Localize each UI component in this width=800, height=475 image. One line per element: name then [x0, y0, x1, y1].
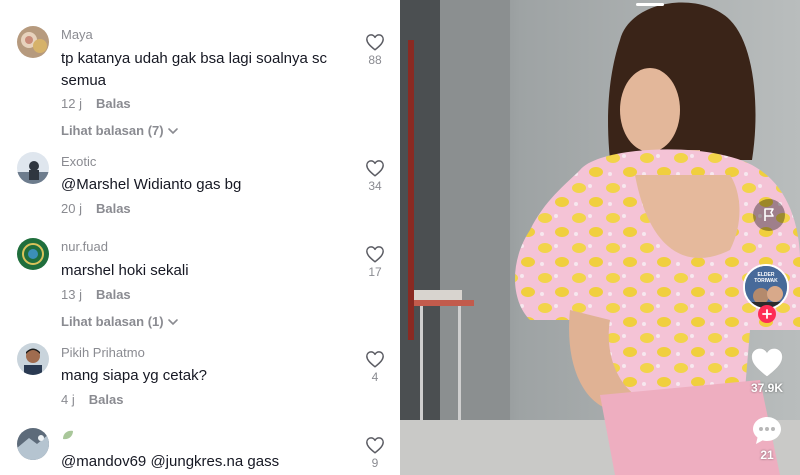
report-button[interactable]: [753, 199, 785, 231]
reply-button[interactable]: Balas: [96, 201, 131, 216]
heart-outline-icon: [366, 246, 384, 263]
video-frame: [400, 0, 800, 475]
comment-meta: 13 j Balas: [61, 287, 131, 302]
comment-text: mang siapa yg cetak?: [61, 367, 207, 384]
comment-username[interactable]: Pikih Prihatmo: [61, 345, 145, 360]
comment-text: @mandov69 @jungkres.na gass: [61, 453, 280, 470]
comment-time: 12 j: [61, 96, 82, 111]
video-like-button[interactable]: 37.9K: [743, 346, 791, 395]
comment-like-button[interactable]: 88: [362, 33, 388, 67]
mention-link[interactable]: @Marshel Widianto: [61, 176, 192, 193]
view-replies-link[interactable]: Lihat balasan (1): [61, 314, 179, 329]
comment-meta: 12 j Balas: [61, 96, 131, 111]
comment-like-button[interactable]: 34: [362, 159, 388, 193]
view-replies-label: Lihat balasan (1): [61, 314, 164, 329]
avatar[interactable]: [17, 428, 49, 460]
video-like-count: 37.9K: [750, 381, 784, 395]
reply-button[interactable]: Balas: [89, 392, 124, 407]
video-player[interactable]: ELDER TORIWAK 37.9K 21: [400, 0, 800, 475]
view-replies-label: Lihat balasan (7): [61, 123, 164, 138]
comment-like-button[interactable]: 9: [362, 436, 388, 470]
comment-like-button[interactable]: 4: [362, 350, 388, 384]
avatar[interactable]: [17, 26, 49, 58]
video-progress-indicator: [636, 3, 664, 6]
heart-outline-icon: [366, 437, 384, 454]
comment-like-count: 9: [371, 456, 379, 470]
chevron-down-icon: [167, 318, 178, 325]
comment-username: [61, 429, 75, 444]
plus-icon: [762, 309, 772, 319]
comment-like-button[interactable]: 17: [362, 245, 388, 279]
comment-time: 13 j: [61, 287, 82, 302]
leaf-icon: [63, 430, 73, 440]
comment-username[interactable]: nur.fuad: [61, 239, 108, 254]
comment-text: marshel hoki sekali: [61, 262, 189, 279]
avatar[interactable]: [17, 238, 49, 270]
comment-meta: 4 j Balas: [61, 392, 123, 407]
heart-outline-icon: [366, 351, 384, 368]
comment-time: 4 j: [61, 392, 75, 407]
comments-panel: Maya tp katanya udah gak bsa lagi soalny…: [0, 0, 400, 475]
follow-button[interactable]: [758, 305, 776, 323]
avatar[interactable]: [17, 343, 49, 375]
creator-avatar-caption: TORIWAK: [754, 278, 778, 284]
chevron-down-icon: [167, 127, 178, 134]
reply-button[interactable]: Balas: [96, 96, 131, 111]
reply-button[interactable]: Balas: [96, 287, 131, 302]
comment-bubble-icon: [753, 417, 781, 444]
comment-username[interactable]: Maya: [61, 27, 93, 42]
video-comment-button[interactable]: 21: [743, 414, 791, 462]
comment-body: gas bg: [192, 176, 242, 193]
heart-outline-icon: [366, 34, 384, 51]
comment-like-count: 4: [371, 370, 379, 384]
video-comment-count: 21: [760, 448, 774, 462]
view-replies-link[interactable]: Lihat balasan (7): [61, 123, 179, 138]
comment-like-count: 17: [368, 265, 382, 279]
comment-time: 20 j: [61, 201, 82, 216]
comment-like-count: 88: [368, 53, 382, 67]
heart-outline-icon: [366, 160, 384, 177]
avatar[interactable]: [17, 152, 49, 184]
comment-username[interactable]: Exotic: [61, 154, 96, 169]
comment-like-count: 34: [368, 179, 382, 193]
comment-meta: 20 j Balas: [61, 201, 131, 216]
creator-avatar-button[interactable]: ELDER TORIWAK: [743, 264, 789, 310]
comment-text: tp katanya udah gak bsa lagi soalnya sc …: [61, 50, 328, 89]
flag-icon: [764, 208, 774, 221]
comment-text: @Marshel Widianto gas bg: [61, 174, 356, 196]
heart-filled-icon: [751, 348, 783, 378]
